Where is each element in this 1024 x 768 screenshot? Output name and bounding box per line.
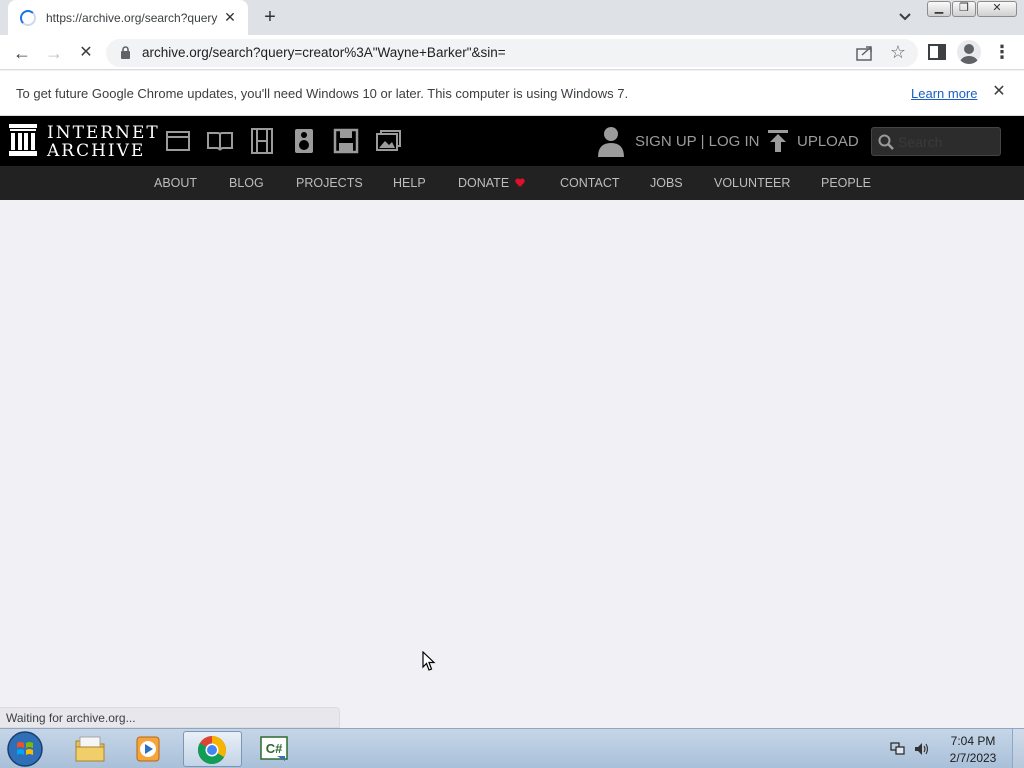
ia-nav-bar: ABOUT BLOG PROJECTS HELP DONATE CONTACT …: [0, 166, 1024, 200]
nav-contact[interactable]: CONTACT: [560, 176, 620, 190]
windows-taskbar: C# 7:04 PM 2/7/2023: [0, 728, 1024, 768]
search-input[interactable]: [898, 132, 996, 152]
web-icon[interactable]: [165, 128, 191, 154]
nav-help[interactable]: HELP: [393, 176, 426, 190]
folder-icon: [75, 736, 105, 762]
nav-projects[interactable]: PROJECTS: [296, 176, 363, 190]
ia-logo-building-icon[interactable]: [9, 124, 37, 156]
taskbar-explorer-button[interactable]: [62, 731, 118, 767]
windows-start-button[interactable]: [4, 730, 46, 768]
nav-blog[interactable]: BLOG: [229, 176, 264, 190]
browser-tab[interactable]: https://archive.org/search?query=creator…: [8, 0, 248, 35]
window-close-button[interactable]: ✕: [977, 1, 1017, 17]
learn-more-link[interactable]: Learn more: [911, 86, 977, 101]
new-tab-button[interactable]: +: [259, 5, 281, 29]
tab-search-chevron-icon[interactable]: [895, 8, 915, 26]
address-bar[interactable]: archive.org/search?query=creator%3A"Wayn…: [106, 39, 918, 67]
heart-icon: [515, 178, 525, 187]
taskbar-media-player-button[interactable]: [122, 731, 178, 767]
search-icon[interactable]: [878, 134, 894, 150]
clock-date[interactable]: 2/7/2023: [940, 751, 1006, 765]
nav-donate[interactable]: DONATE: [458, 176, 525, 190]
status-bubble: Waiting for archive.org...: [0, 707, 340, 728]
media-player-icon: [136, 736, 160, 762]
update-infobar: To get future Google Chrome updates, you…: [0, 71, 1024, 116]
chrome-menu-icon[interactable]: ⋮: [992, 41, 1012, 63]
ia-search-box[interactable]: [871, 127, 1001, 156]
taskbar-csharp-button[interactable]: C#: [246, 731, 302, 767]
share-icon[interactable]: [855, 44, 875, 62]
url-text[interactable]: archive.org/search?query=creator%3A"Wayn…: [142, 45, 506, 60]
tab-close-icon[interactable]: ✕: [222, 9, 238, 25]
tab-strip: https://archive.org/search?query=creator…: [0, 0, 1024, 35]
user-icon[interactable]: [596, 125, 626, 157]
signup-login-link[interactable]: SIGN UP | LOG IN: [635, 133, 759, 150]
infobar-message: To get future Google Chrome updates, you…: [16, 86, 629, 101]
tab-title: https://archive.org/search?query=creator…: [46, 10, 218, 25]
texts-icon[interactable]: [207, 128, 233, 154]
nav-volunteer[interactable]: VOLUNTEER: [714, 176, 790, 190]
software-icon[interactable]: [333, 128, 359, 154]
bookmark-star-icon[interactable]: ☆: [888, 42, 908, 62]
chrome-icon: [198, 736, 226, 764]
upload-link[interactable]: UPLOAD: [797, 133, 859, 150]
volume-icon[interactable]: [914, 742, 930, 756]
clock-time[interactable]: 7:04 PM: [940, 734, 1006, 748]
network-icon[interactable]: [890, 742, 906, 756]
nav-jobs[interactable]: JOBS: [650, 176, 683, 190]
upload-icon[interactable]: [768, 130, 788, 152]
images-icon[interactable]: [375, 128, 401, 154]
audio-icon[interactable]: [291, 128, 317, 154]
show-desktop-button[interactable]: [1012, 729, 1024, 768]
lock-icon: [121, 46, 130, 59]
loading-spinner-icon: [20, 9, 36, 26]
page-content-area: [0, 200, 1024, 728]
forward-button[interactable]: →: [42, 41, 66, 65]
profile-avatar-icon[interactable]: [957, 40, 981, 64]
ia-logo-text-line2[interactable]: ARCHIVE: [47, 141, 145, 161]
mouse-cursor-icon: [422, 651, 436, 671]
taskbar-chrome-button[interactable]: [183, 731, 242, 767]
window-minimize-button[interactable]: ▁: [927, 1, 951, 17]
stop-loading-button[interactable]: ✕: [74, 41, 98, 65]
infobar-close-icon[interactable]: ✕: [990, 83, 1008, 101]
back-button[interactable]: ←: [10, 41, 34, 65]
nav-about[interactable]: ABOUT: [154, 176, 197, 190]
window-restore-button[interactable]: ❐: [952, 1, 976, 17]
ia-logo-text-line1[interactable]: INTERNET: [47, 123, 160, 143]
video-icon[interactable]: [249, 128, 275, 154]
nav-people[interactable]: PEOPLE: [821, 176, 871, 190]
side-panel-icon[interactable]: [928, 44, 946, 60]
nav-donate-label: DONATE: [458, 176, 510, 190]
csharp-icon: C#: [260, 736, 288, 761]
svg-text:C#: C#: [266, 741, 283, 756]
